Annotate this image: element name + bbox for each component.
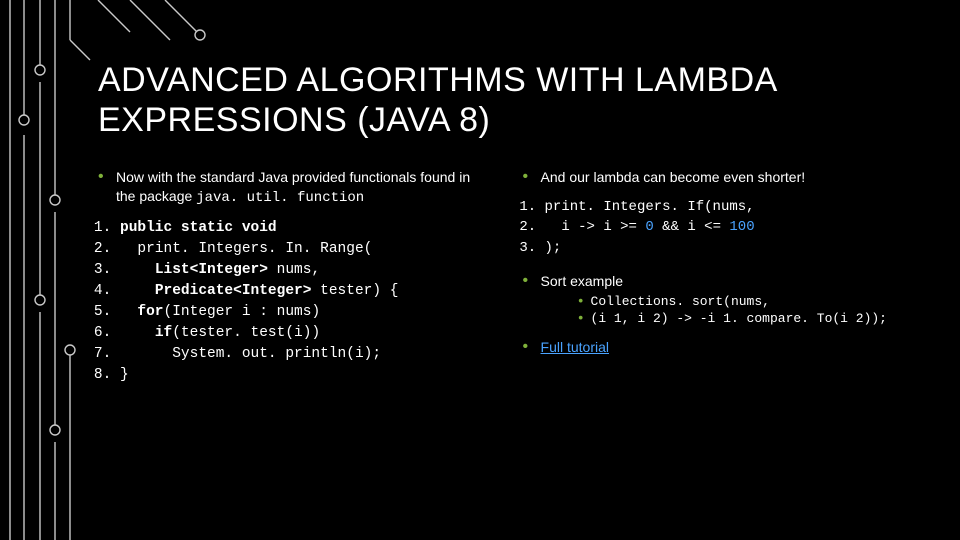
code-line: System. out. println(i); [120, 344, 477, 365]
slide-title: ADVANCED ALGORITHMS WITH LAMBDA EXPRESSI… [98, 60, 920, 140]
bullet-sort-label: Sort example [541, 273, 623, 289]
bullet-lambda-shorter: And our lambda can become even shorter! [523, 168, 920, 187]
code-block-print-range: public static void print. Integers. In. … [98, 218, 477, 386]
bullet-functionals-package: java. util. function [196, 190, 364, 206]
code-line: if(tester. test(i)) [120, 323, 477, 344]
content-columns: Now with the standard Java provided func… [98, 166, 920, 386]
code-line: ); [545, 238, 920, 258]
code-line: Predicate<Integer> tester) { [120, 281, 477, 302]
code-line: i -> i >= 0 && i <= 100 [545, 217, 920, 237]
right-column: And our lambda can become even shorter! … [523, 166, 920, 367]
code-line: List<Integer> nums, [120, 260, 477, 281]
full-tutorial-link[interactable]: Full tutorial [541, 339, 609, 355]
code-line: for(Integer i : nums) [120, 302, 477, 323]
code-line: public static void [120, 218, 477, 239]
code-block-lambda: print. Integers. If(nums, i -> i >= 0 &&… [523, 197, 920, 258]
code-line: print. Integers. In. Range( [120, 239, 477, 260]
left-column: Now with the standard Java provided func… [98, 166, 477, 386]
code-line: print. Integers. If(nums, [545, 197, 920, 217]
sort-sub-line: Collections. sort(nums, [577, 293, 920, 311]
bullet-sort-example: Sort example Collections. sort(nums, (i … [523, 272, 920, 328]
bullet-functionals: Now with the standard Java provided func… [98, 168, 477, 208]
code-line: } [120, 365, 477, 386]
bullet-full-tutorial: Full tutorial [523, 338, 920, 357]
sort-sub-line: (i 1, i 2) -> -i 1. compare. To(i 2)); [577, 310, 920, 328]
